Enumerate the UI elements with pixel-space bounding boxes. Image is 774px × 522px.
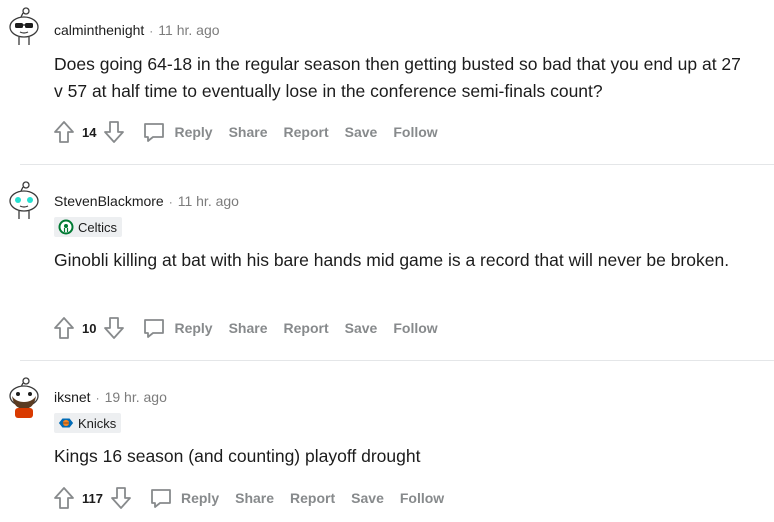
username[interactable]: StevenBlackmore (54, 193, 164, 209)
downvote-icon (111, 487, 131, 509)
comment-actions: 14 Reply Share Report Save Follow (52, 118, 438, 146)
upvote-icon (54, 487, 74, 509)
downvote-icon (104, 317, 125, 339)
follow-button[interactable]: Follow (400, 490, 444, 506)
reply-button[interactable]: Reply (142, 120, 213, 144)
share-button[interactable]: Share (229, 124, 268, 140)
comment-1: calminthenight · 11 hr. ago Does going 6… (0, 0, 774, 172)
flair-label: Knicks (78, 415, 117, 431)
comment-body: Ginobli killing at bat with his bare han… (54, 250, 730, 270)
divider (20, 164, 774, 165)
comment-2: StevenBlackmore · 11 hr. ago Celtics Gin… (0, 172, 774, 368)
reply-label: Reply (180, 490, 220, 506)
username[interactable]: iksnet (54, 389, 91, 405)
report-button[interactable]: Report (290, 490, 335, 506)
upvote-button[interactable] (52, 485, 76, 511)
user-flair: Celtics (54, 217, 123, 237)
user-flair: Knicks (54, 413, 122, 433)
upvote-button[interactable] (52, 315, 76, 341)
celtics-logo-icon (58, 219, 74, 235)
reply-button[interactable]: Reply (149, 486, 219, 510)
comment-header: calminthenight · 11 hr. ago (54, 22, 220, 38)
save-button[interactable]: Save (345, 320, 378, 336)
comment-header: StevenBlackmore · 11 hr. ago (54, 193, 239, 209)
report-button[interactable]: Report (284, 320, 329, 336)
reply-label: Reply (174, 124, 213, 140)
reply-label: Reply (174, 320, 213, 336)
knicks-logo-icon (58, 415, 74, 431)
separator-dot: · (95, 391, 100, 405)
downvote-button[interactable] (102, 315, 126, 341)
separator-dot: · (149, 24, 154, 38)
separator-dot: · (168, 195, 173, 209)
divider (20, 360, 774, 361)
save-button[interactable]: Save (345, 124, 378, 140)
comment-header: iksnet · 19 hr. ago (54, 389, 167, 405)
downvote-button[interactable] (109, 485, 133, 511)
upvote-icon (54, 317, 74, 339)
comment-icon (144, 319, 165, 338)
comment-icon (151, 489, 171, 508)
avatar[interactable] (6, 6, 42, 46)
avatar[interactable] (6, 180, 42, 220)
report-button[interactable]: Report (284, 124, 329, 140)
avatar[interactable] (6, 376, 42, 418)
follow-button[interactable]: Follow (393, 320, 437, 336)
vote-score: 117 (82, 490, 103, 506)
share-button[interactable]: Share (229, 320, 268, 336)
reply-button[interactable]: Reply (142, 316, 213, 340)
vote-score: 10 (82, 320, 97, 336)
timestamp[interactable]: 11 hr. ago (158, 22, 219, 38)
flair-label: Celtics (78, 219, 118, 235)
timestamp[interactable]: 11 hr. ago (178, 193, 239, 209)
follow-button[interactable]: Follow (393, 124, 437, 140)
vote-score: 14 (82, 124, 97, 140)
save-button[interactable]: Save (351, 490, 384, 506)
comment-3: iksnet · 19 hr. ago Knicks Kings 16 seas… (0, 368, 774, 522)
comment-actions: 117 Reply Share Report Save Follow (52, 484, 444, 512)
comment-body: Kings 16 season (and counting) playoff d… (54, 446, 421, 466)
downvote-button[interactable] (102, 119, 126, 145)
upvote-icon (54, 121, 74, 143)
comment-actions: 10 Reply Share Report Save Follow (52, 314, 438, 342)
share-button[interactable]: Share (235, 490, 274, 506)
comment-icon (144, 123, 165, 142)
username[interactable]: calminthenight (54, 22, 144, 38)
downvote-icon (104, 121, 125, 143)
upvote-button[interactable] (52, 119, 76, 145)
comment-body: Does going 64-18 in the regular season t… (54, 54, 741, 101)
timestamp[interactable]: 19 hr. ago (105, 389, 167, 405)
